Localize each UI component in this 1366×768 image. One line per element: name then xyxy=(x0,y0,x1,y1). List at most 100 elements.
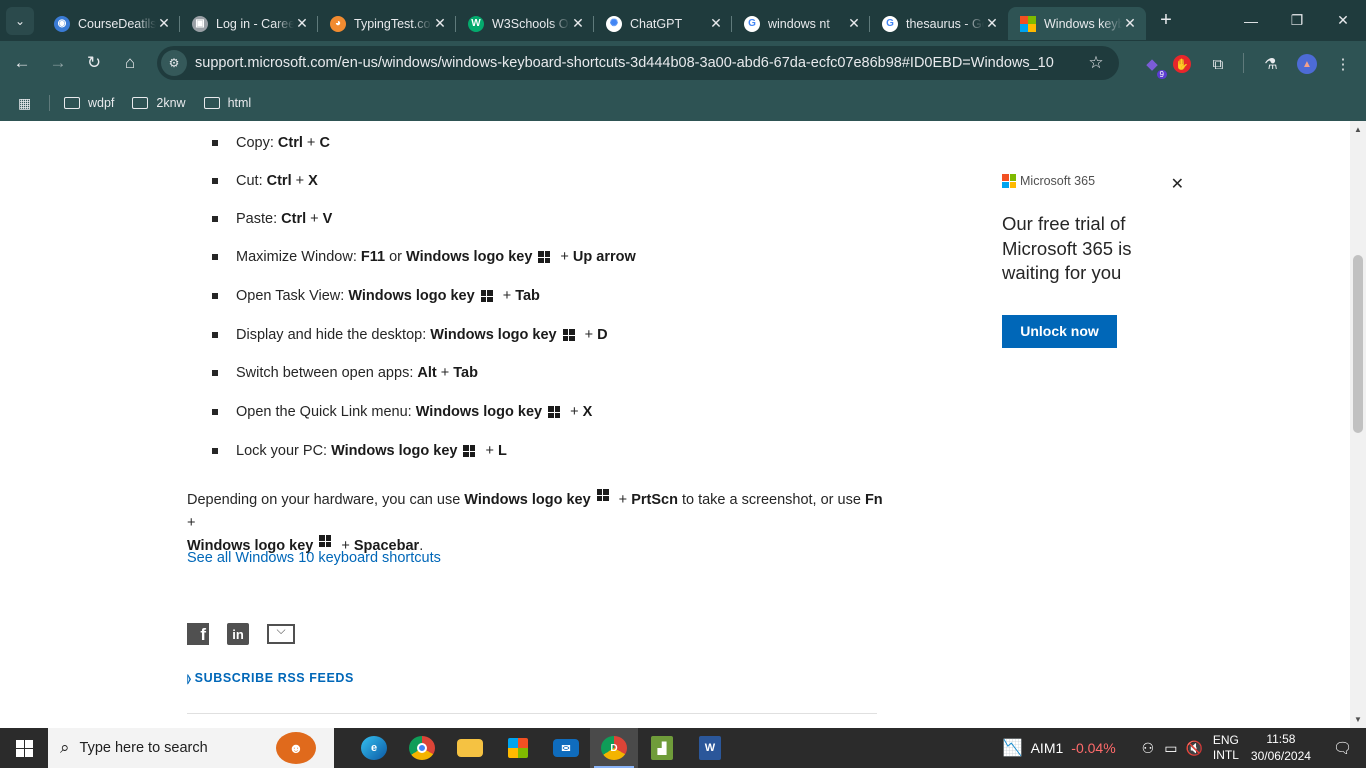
window-controls: — ❐ ✕ xyxy=(1228,0,1366,41)
site-info-button[interactable]: ⚙ xyxy=(161,50,187,76)
bookmark-star-button[interactable]: ☆ xyxy=(1081,53,1111,73)
minimize-button[interactable]: — xyxy=(1228,0,1274,41)
ad-headline: Our free trial of Microsoft 365 is waiti… xyxy=(1002,213,1132,283)
bookmarks-separator xyxy=(49,95,50,111)
linkedin-icon[interactable]: in xyxy=(227,623,249,645)
page-scrollbar[interactable]: ▲ ▼ xyxy=(1350,121,1366,728)
tab-close-icon[interactable]: ✕ xyxy=(432,15,448,32)
tab-close-icon[interactable]: ✕ xyxy=(846,15,862,32)
tab-favicon-icon: ▣ xyxy=(192,15,208,32)
rss-link[interactable]: ⦊ SUBSCRIBE RSS FEEDS xyxy=(187,671,354,686)
star-icon: ☆ xyxy=(1088,53,1104,72)
bookmark-folder[interactable]: 2knw xyxy=(132,96,186,110)
start-button[interactable] xyxy=(0,728,48,768)
language-indicator[interactable]: ENG INTL xyxy=(1213,733,1239,763)
apps-grid-icon[interactable]: ▦ xyxy=(18,95,36,112)
browser-tab[interactable]: ◕ TypingTest.com✕ xyxy=(318,7,456,40)
extension-button[interactable]: ◆ 9 xyxy=(1139,51,1167,79)
mail-taskbar-icon[interactable]: ✉ xyxy=(542,728,590,768)
browser-tab[interactable]: W W3Schools Online✕ xyxy=(456,7,594,40)
facebook-icon[interactable]: f xyxy=(187,623,209,645)
clock[interactable]: 11:58 30/06/2024 xyxy=(1251,731,1311,765)
edge-taskbar-icon[interactable]: e xyxy=(350,728,398,768)
bookmark-label: 2knw xyxy=(156,96,186,110)
windows-logo-icon xyxy=(548,406,561,418)
chevron-down-icon: ⌄ xyxy=(14,13,26,28)
restore-icon: ❐ xyxy=(1290,12,1304,28)
volume-muted-icon[interactable]: 🔇 xyxy=(1185,740,1202,757)
key-joiner: + xyxy=(556,249,573,265)
tab-title: W3Schools Online xyxy=(492,16,570,31)
close-window-button[interactable]: ✕ xyxy=(1320,0,1366,41)
scroll-up-arrow-icon[interactable]: ▲ xyxy=(1350,125,1366,134)
adblock-extension-button[interactable]: ✋ xyxy=(1169,51,1195,77)
notification-icon[interactable]: 🗨 xyxy=(1333,739,1352,757)
bullet-icon xyxy=(212,370,218,376)
restore-button[interactable]: ❐ xyxy=(1274,0,1320,41)
close-icon: ✕ xyxy=(1337,12,1349,28)
new-tab-button[interactable]: + xyxy=(1152,9,1180,32)
store-taskbar-icon[interactable] xyxy=(494,728,542,768)
tab-favicon-icon: G xyxy=(882,15,898,32)
see-all-shortcuts-link[interactable]: See all Windows 10 keyboard shortcuts xyxy=(187,550,441,566)
chrome-taskbar-icon[interactable] xyxy=(398,728,446,768)
browser-tab[interactable]: ▣ Log in - Career ✕ xyxy=(180,7,318,40)
key-name: Windows logo key xyxy=(348,288,475,304)
browser-tab[interactable]: Gwindows nt ✕ xyxy=(732,7,870,40)
key-name: X xyxy=(582,404,593,420)
tab-close-icon[interactable]: ✕ xyxy=(1122,15,1138,32)
scrollbar-thumb[interactable] xyxy=(1353,255,1363,433)
back-button[interactable]: ← xyxy=(4,45,40,81)
taskbar-search-box[interactable]: ⌕ Type here to search ☻ xyxy=(48,728,334,768)
ad-brand: Microsoft 365 xyxy=(1002,174,1192,188)
labs-button[interactable]: ⚗ xyxy=(1258,51,1284,77)
browser-tab[interactable]: Gthesaurus - Google✕ xyxy=(870,7,1008,40)
email-icon[interactable]: ⌵ xyxy=(267,624,295,644)
windows-logo-icon xyxy=(463,445,476,457)
shortcut-list-item: Maximize Window: F11 or Windows logo key… xyxy=(212,246,636,268)
shortcut-label: Lock your PC: xyxy=(236,443,332,459)
stock-change[interactable]: -0.04% xyxy=(1071,740,1115,756)
browser-tab[interactable]: ◉ CourseDeatils ✕ xyxy=(42,7,180,40)
ad-close-button[interactable]: ✕ xyxy=(1171,174,1184,194)
unlock-now-button[interactable]: Unlock now xyxy=(1002,314,1117,348)
scroll-down-arrow-icon[interactable]: ▼ xyxy=(1350,715,1366,724)
tab-close-icon[interactable]: ✕ xyxy=(570,15,586,32)
bookmark-folder[interactable]: wdpf xyxy=(64,96,114,110)
tab-close-icon[interactable]: ✕ xyxy=(294,15,310,32)
tab-close-icon[interactable]: ✕ xyxy=(708,15,724,32)
extensions-menu-button[interactable]: ⧉ xyxy=(1205,51,1231,77)
folder-icon xyxy=(64,97,80,109)
meet-now-icon[interactable]: ⚇ xyxy=(1142,740,1155,757)
word-taskbar-icon[interactable]: W xyxy=(686,728,734,768)
tab-title: Windows keyboard xyxy=(1044,16,1122,31)
stock-name[interactable]: AIM1 xyxy=(1031,740,1064,756)
tab-favicon-icon: ◉ xyxy=(54,15,70,32)
address-bar[interactable]: ⚙ support.microsoft.com/en-us/windows/wi… xyxy=(157,46,1119,80)
browser-menu-button[interactable]: ⋮ xyxy=(1330,51,1356,77)
reload-icon: ↻ xyxy=(86,53,102,72)
bullet-icon xyxy=(212,140,218,146)
key-joiner: + xyxy=(566,404,583,420)
mail-icon: ✉ xyxy=(553,739,579,757)
puzzle-extension-icon: ◆ xyxy=(1146,56,1158,73)
reload-button[interactable]: ↻ xyxy=(76,45,112,81)
tab-search-button[interactable]: ⌄ xyxy=(6,6,34,35)
home-button[interactable]: ⌂ xyxy=(112,45,148,81)
tab-favicon-icon xyxy=(1020,15,1036,32)
chart-app-taskbar-icon[interactable]: ▟ xyxy=(638,728,686,768)
key-name: Windows logo key xyxy=(464,492,591,508)
profile-button[interactable]: ▲ xyxy=(1294,51,1320,77)
keyboard-layout: INTL xyxy=(1212,748,1239,762)
tab-close-icon[interactable]: ✕ xyxy=(156,15,172,32)
file-explorer-taskbar-icon[interactable] xyxy=(446,728,494,768)
minimize-icon: — xyxy=(1244,12,1258,29)
url-text[interactable]: support.microsoft.com/en-us/windows/wind… xyxy=(195,55,1081,71)
forward-button[interactable]: → xyxy=(40,45,76,81)
network-icon[interactable]: ▭ xyxy=(1164,740,1177,757)
tab-close-icon[interactable]: ✕ xyxy=(984,15,1000,32)
bookmark-folder[interactable]: html xyxy=(203,96,251,110)
browser-tab[interactable]: ✺ ChatGPT ✕ xyxy=(594,7,732,40)
chrome-profile-taskbar-icon[interactable]: D xyxy=(590,728,638,768)
browser-tab[interactable]: Windows keyboard✕ xyxy=(1008,7,1146,40)
